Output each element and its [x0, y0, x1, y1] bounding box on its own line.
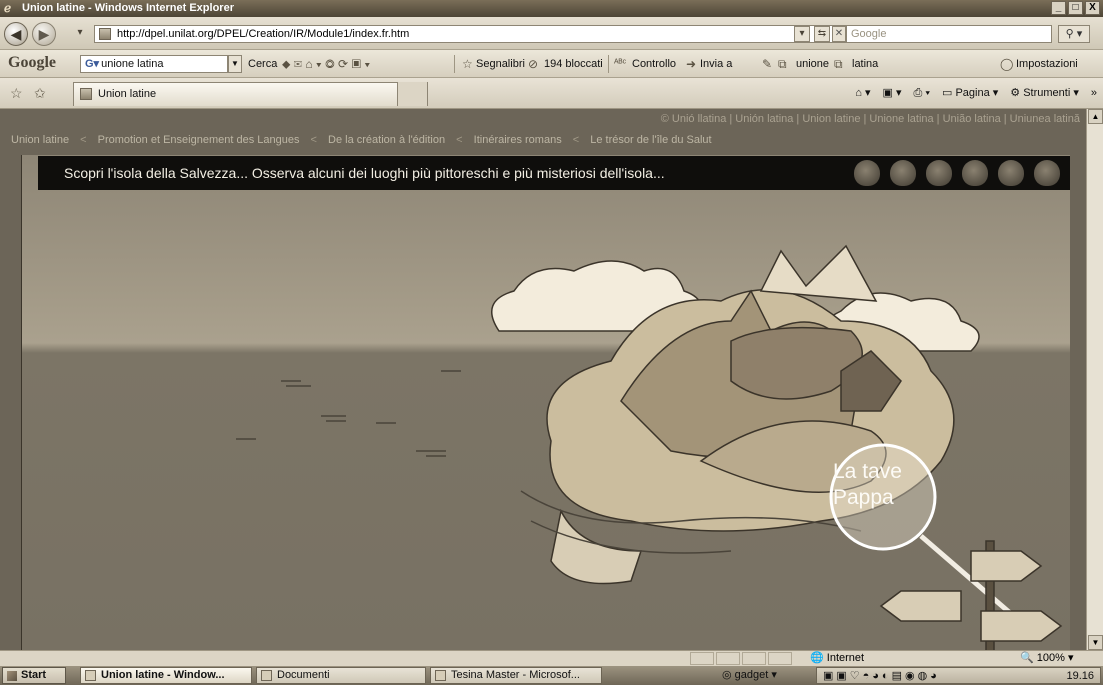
zoom-level[interactable]: 🔍 100% ▾: [1020, 651, 1073, 666]
search-button[interactable]: ⚲ ▾: [1058, 25, 1090, 43]
favorites-star-icon[interactable]: ☆: [10, 85, 23, 102]
settings-icon: ◯: [1000, 57, 1014, 71]
print-icon[interactable]: ⎙ ▾: [914, 86, 930, 100]
gadget-bar[interactable]: ◎ gadget ▾: [722, 667, 777, 684]
mask-icon[interactable]: [962, 160, 988, 186]
tab-union-latine[interactable]: Union latine: [73, 82, 428, 106]
tray-icons[interactable]: ▣▣♡◓◕◐▤◉◍◕: [823, 669, 940, 683]
tab-label: Union latine: [98, 88, 157, 100]
caption-bar: Scopri l'isola della Salvezza... Osserva…: [38, 156, 1070, 190]
tab-row: ☆ ✩ Union latine ⌂ ▾ ▣ ▾ ⎙ ▾ ▭ Pagina ▾ …: [0, 78, 1103, 109]
stop-icon[interactable]: ✕: [832, 26, 846, 42]
system-tray: ▣▣♡◓◕◐▤◉◍◕ 19.16: [816, 667, 1101, 684]
tab-page-icon: [80, 88, 92, 100]
breadcrumb-item[interactable]: De la création à l'édition: [328, 134, 445, 146]
mask-icons: [854, 160, 1060, 186]
search-input[interactable]: Google: [846, 25, 1052, 43]
task-documenti[interactable]: Documenti: [256, 667, 426, 684]
search-term-icon: ⧉: [778, 57, 787, 71]
island-illustration: [236, 244, 1063, 650]
popup-blocker-icon: ⊘: [528, 57, 539, 71]
bookmark-star-icon: ☆: [462, 57, 473, 71]
add-favorite-icon[interactable]: ✩: [34, 85, 46, 102]
mask-icon[interactable]: [998, 160, 1024, 186]
windows-flag-icon: [7, 671, 17, 681]
title-bar: ℯ Union latine - Windows Internet Explor…: [0, 0, 1103, 17]
status-bar: 🌐 Internet 🔍 100% ▾: [0, 650, 1103, 666]
highlighter-icon: ✎: [762, 57, 773, 71]
maximize-button[interactable]: □: [1068, 1, 1083, 15]
scroll-up-arrow-icon[interactable]: ▲: [1088, 109, 1103, 124]
send-to-icon: ➜: [686, 57, 697, 71]
google-logo[interactable]: Google: [8, 54, 56, 72]
page-icon: [99, 28, 111, 40]
minimize-button[interactable]: _: [1051, 1, 1066, 15]
forward-arrow-icon: ▶: [38, 26, 50, 42]
mask-icon[interactable]: [1034, 160, 1060, 186]
security-zone[interactable]: 🌐 Internet: [810, 651, 864, 666]
blocked-count[interactable]: 194 bloccati: [544, 57, 603, 71]
search-icon: ⚲ ▾: [1065, 28, 1083, 40]
address-row: ◀ ▶ ▾ http://dpel.unilat.org/DPEL/Creati…: [0, 17, 1103, 50]
back-button[interactable]: ◀: [4, 22, 28, 46]
google-g-icon: G▾: [85, 58, 100, 70]
page-content: © Unió llatina | Unión latina | Union la…: [0, 109, 1086, 650]
refresh-icon[interactable]: ⇆: [814, 26, 830, 42]
google-search-dropdown[interactable]: ▼: [228, 55, 242, 73]
language-credits[interactable]: © Unió llatina | Unión latina | Union la…: [0, 109, 1086, 129]
ie-icon: ℯ: [4, 1, 12, 15]
address-dropdown-button[interactable]: ▾: [794, 26, 810, 42]
controllo-button[interactable]: Controllo: [632, 57, 676, 71]
more-chevron-icon[interactable]: »: [1091, 86, 1097, 100]
breadcrumb-item[interactable]: Le trésor de l'île du Salut: [590, 134, 711, 146]
scroll-down-arrow-icon[interactable]: ▼: [1088, 635, 1103, 650]
new-tab-button[interactable]: [397, 82, 427, 106]
strumenti-menu[interactable]: ⚙ Strumenti ▾: [1010, 86, 1079, 100]
history-dropdown[interactable]: ▾: [72, 26, 88, 42]
toolbar-tools-icons[interactable]: ⬥ ✉ ⌂ ▾ ◎ ⟳ ▣ ▾: [282, 57, 370, 71]
signpost: [879, 540, 1063, 650]
invia-button[interactable]: Invia a: [700, 57, 732, 71]
pagina-menu[interactable]: ▭ Pagina ▾: [942, 86, 998, 100]
address-url: http://dpel.unilat.org/DPEL/Creation/IR/…: [117, 28, 410, 40]
feeds-icon[interactable]: ▣ ▾: [883, 86, 902, 100]
google-toolbar: Google G▾ unione latina ▼ Cerca ⬥ ✉ ⌂ ▾ ◎…: [0, 50, 1103, 78]
google-search-input[interactable]: G▾ unione latina: [80, 55, 228, 73]
taskbar: Start Union latine - Window... Documenti…: [0, 666, 1103, 685]
task-union-latine[interactable]: Union latine - Window...: [80, 667, 252, 684]
command-bar: ⌂ ▾ ▣ ▾ ⎙ ▾ ▭ Pagina ▾ ⚙ Strumenti ▾ »: [855, 86, 1097, 100]
word-icon: [435, 670, 446, 681]
window-controls: _ □ X: [1051, 1, 1100, 15]
spellcheck-icon: ᴬᴮᶜ: [614, 58, 627, 69]
breadcrumb: Union latine < Promotion et Enseignement…: [0, 129, 1086, 151]
close-button[interactable]: X: [1085, 1, 1100, 15]
task-tesina-master[interactable]: Tesina Master - Microsof...: [430, 667, 602, 684]
folder-icon: [261, 670, 272, 681]
mask-icon[interactable]: [890, 160, 916, 186]
cerca-button[interactable]: Cerca: [248, 57, 277, 71]
mask-icon[interactable]: [854, 160, 880, 186]
segnalibri-button[interactable]: Segnalibri: [476, 57, 525, 71]
search-term-unione[interactable]: unione: [796, 57, 829, 71]
browser-window: ℯ Union latine - Windows Internet Explor…: [0, 0, 1103, 685]
breadcrumb-item[interactable]: Promotion et Enseignement des Langues: [98, 134, 300, 146]
breadcrumb-item[interactable]: Union latine: [11, 134, 69, 146]
caption-text: Scopri l'isola della Salvezza... Osserva…: [64, 165, 665, 181]
impostazioni-button[interactable]: Impostazioni: [1016, 57, 1078, 71]
vertical-scrollbar[interactable]: ▲ ▼: [1086, 109, 1103, 650]
start-button[interactable]: Start: [2, 667, 66, 684]
mask-icon[interactable]: [926, 160, 952, 186]
search-term-latina[interactable]: latina: [852, 57, 878, 71]
breadcrumb-item[interactable]: Itinéraires romans: [474, 134, 562, 146]
home-icon[interactable]: ⌂ ▾: [855, 86, 870, 100]
clock[interactable]: 19.16: [1066, 669, 1094, 683]
window-title: Union latine - Windows Internet Explorer: [22, 2, 234, 14]
magnifier-text[interactable]: La tave Pappa: [833, 459, 902, 511]
back-arrow-icon: ◀: [10, 26, 22, 42]
search-term-icon-2: ⧉: [834, 57, 843, 71]
forward-button[interactable]: ▶: [32, 22, 56, 46]
ie-icon: [85, 670, 96, 681]
